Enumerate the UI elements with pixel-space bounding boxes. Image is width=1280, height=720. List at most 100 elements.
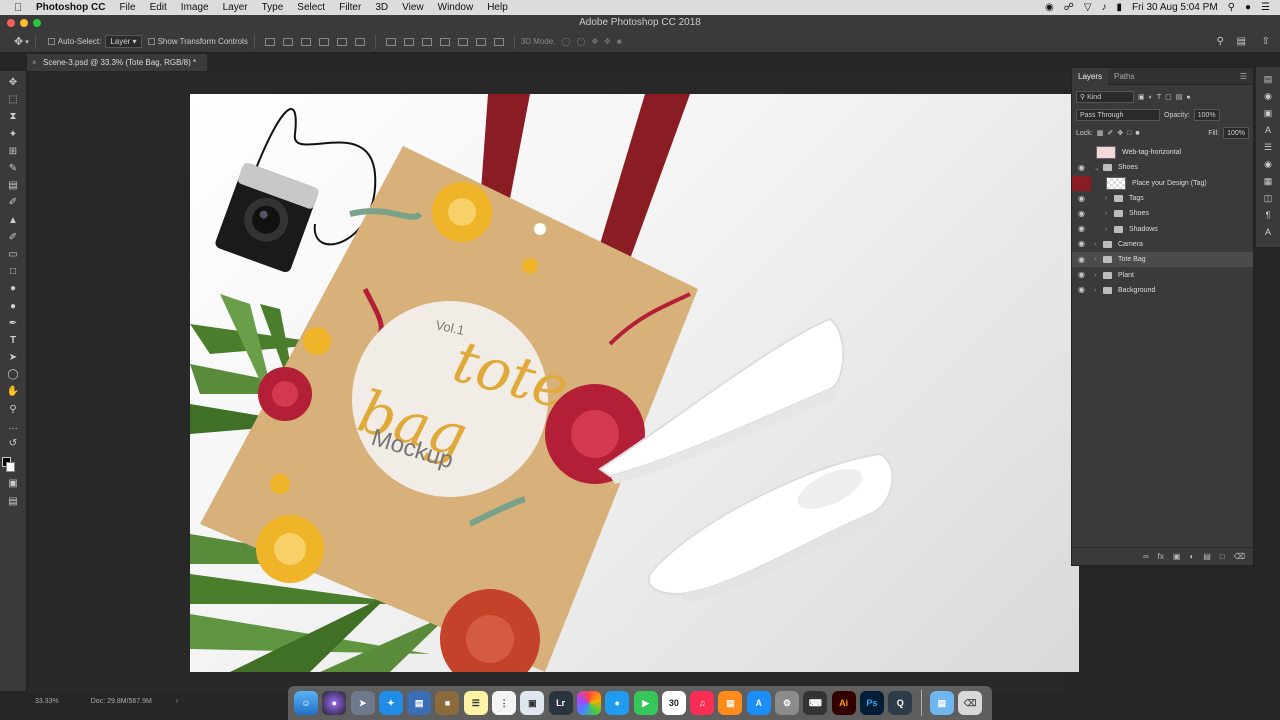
ibooks-icon[interactable]: ▤ bbox=[718, 691, 743, 715]
filter-shape-icon[interactable]: ▢ bbox=[1165, 93, 1172, 101]
eye-icon[interactable]: ◉ bbox=[1078, 163, 1087, 171]
align-top-icon[interactable] bbox=[264, 37, 275, 46]
move-tool-icon[interactable]: ✥ bbox=[14, 35, 23, 48]
menu-type[interactable]: Type bbox=[262, 2, 284, 13]
siri-icon[interactable]: ● bbox=[1245, 2, 1251, 13]
show-transform-checkbox[interactable] bbox=[147, 38, 155, 45]
lock-position-icon[interactable]: ✥ bbox=[1117, 129, 1123, 137]
illustrator-icon[interactable]: Ai bbox=[831, 691, 856, 715]
menu-select[interactable]: Select bbox=[297, 2, 325, 13]
document-canvas[interactable]: Vol.1 tote bag Mockup bbox=[190, 94, 1079, 672]
eye-icon[interactable]: ◉ bbox=[1078, 240, 1087, 248]
paragraph-icon[interactable]: ¶ bbox=[1262, 209, 1274, 221]
quick-mask-icon[interactable]: ▣ bbox=[4, 477, 22, 491]
system-preferences-icon[interactable]: ⚙ bbox=[775, 691, 800, 715]
filter-kind-dropdown[interactable]: ⚲ Kind bbox=[1076, 91, 1134, 103]
battery-icon[interactable]: ▮ bbox=[1117, 2, 1123, 13]
layer-row[interactable]: ◉ › Background bbox=[1072, 283, 1253, 298]
eraser-tool-icon[interactable]: ▭ bbox=[4, 247, 22, 261]
photo-booth-icon[interactable]: ▣ bbox=[520, 691, 545, 715]
layer-row[interactable]: Place your Design (Tag) bbox=[1072, 175, 1253, 191]
more-tools-icon[interactable]: … bbox=[4, 419, 22, 433]
zoom-tool-icon[interactable]: ⚲ bbox=[4, 402, 22, 416]
align-right-icon[interactable] bbox=[354, 37, 365, 46]
downloads-folder-icon[interactable]: ▤ bbox=[929, 691, 954, 715]
siri-app-icon[interactable]: ● bbox=[322, 691, 347, 715]
menu-filter[interactable]: Filter bbox=[339, 2, 361, 13]
opacity-input[interactable]: 100% bbox=[1193, 109, 1220, 121]
3d-slide-icon[interactable]: ✥ bbox=[604, 37, 611, 46]
blend-mode-dropdown[interactable]: Pass Through bbox=[1076, 109, 1160, 121]
trash-icon[interactable]: ⌫ bbox=[1234, 552, 1245, 561]
align-left-icon[interactable] bbox=[318, 37, 329, 46]
filter-type-icon[interactable]: T bbox=[1157, 94, 1161, 101]
paragraph-styles-icon[interactable]: ☰ bbox=[1262, 141, 1274, 153]
color-swatches[interactable] bbox=[2, 454, 22, 474]
chevron-right-icon[interactable]: › bbox=[1094, 287, 1096, 294]
menu-view[interactable]: View bbox=[402, 2, 424, 13]
fill-input[interactable]: 100% bbox=[1223, 127, 1249, 139]
dodge-tool-icon[interactable]: ● bbox=[4, 299, 22, 313]
layer-row[interactable]: ◉ › Shadows bbox=[1072, 221, 1253, 236]
clock[interactable]: Fri 30 Aug 5:04 PM bbox=[1132, 2, 1218, 13]
eye-icon[interactable]: ◉ bbox=[1078, 255, 1087, 263]
libraries-icon[interactable]: ▤ bbox=[1262, 73, 1274, 85]
contacts-icon[interactable]: ■ bbox=[435, 691, 460, 715]
quicktime-icon[interactable]: Q bbox=[888, 691, 913, 715]
messages-icon[interactable]: ● bbox=[605, 691, 630, 715]
eye-icon[interactable]: ◉ bbox=[1078, 225, 1087, 233]
app-store-icon[interactable]: A bbox=[746, 691, 771, 715]
tool-preset-chevron-icon[interactable]: ▾ bbox=[25, 38, 29, 46]
new-layer-icon[interactable]: □ bbox=[1220, 552, 1225, 561]
app-menu[interactable]: Photoshop CC bbox=[36, 2, 105, 13]
pen-tool-icon[interactable]: ✒ bbox=[4, 316, 22, 330]
layer-row[interactable]: ◉ › Plant bbox=[1072, 267, 1253, 282]
distribute-left-icon[interactable] bbox=[439, 37, 450, 46]
tab-layers[interactable]: Layers bbox=[1072, 67, 1109, 85]
reminders-icon[interactable]: ⋮ bbox=[492, 691, 517, 715]
healing-brush-tool-icon[interactable]: ▤ bbox=[4, 179, 22, 193]
chevron-right-icon[interactable]: › bbox=[1105, 210, 1107, 217]
background-color-swatch[interactable] bbox=[6, 461, 15, 472]
share-icon[interactable]: ⇧ bbox=[1262, 36, 1270, 47]
menu-layer[interactable]: Layer bbox=[223, 2, 248, 13]
calendar-icon[interactable]: 30 bbox=[661, 691, 686, 715]
eye-icon[interactable]: ◉ bbox=[1078, 194, 1087, 202]
filter-adjustment-icon[interactable]: ◐ bbox=[1149, 94, 1153, 101]
menu-3d[interactable]: 3D bbox=[375, 2, 388, 13]
swatches-icon[interactable]: ▦ bbox=[1262, 175, 1274, 187]
align-hcenter-icon[interactable] bbox=[336, 37, 347, 46]
minimize-window-button[interactable] bbox=[20, 19, 28, 27]
itunes-icon[interactable]: ♫ bbox=[690, 691, 715, 715]
history-brush-tool-icon[interactable]: ✐ bbox=[4, 230, 22, 244]
photos-icon[interactable] bbox=[576, 691, 601, 715]
align-bottom-icon[interactable] bbox=[300, 37, 311, 46]
filter-smart-icon[interactable]: ▤ bbox=[1176, 93, 1183, 101]
apple-icon[interactable]:  bbox=[14, 2, 28, 14]
chevron-right-icon[interactable]: › bbox=[1105, 195, 1107, 202]
character-icon[interactable]: A bbox=[1262, 124, 1274, 136]
safari-icon[interactable]: ✦ bbox=[378, 691, 403, 715]
chevron-down-icon[interactable]: ⌄ bbox=[1094, 164, 1100, 172]
color-icon[interactable]: ◉ bbox=[1262, 158, 1274, 170]
new-group-icon[interactable]: ▤ bbox=[1203, 552, 1211, 561]
zoom-window-button[interactable] bbox=[33, 19, 41, 27]
align-vcenter-icon[interactable] bbox=[282, 37, 293, 46]
distribute-hcenter-icon[interactable] bbox=[457, 37, 468, 46]
layer-row[interactable]: ◉ ⌄ Shoes bbox=[1072, 160, 1253, 175]
eye-icon[interactable]: ◉ bbox=[1078, 271, 1087, 279]
tab-paths[interactable]: Paths bbox=[1108, 72, 1140, 81]
spotlight-icon[interactable]: ⚲ bbox=[1228, 2, 1235, 13]
close-window-button[interactable] bbox=[7, 19, 15, 27]
search-icon[interactable]: ⚲ bbox=[1217, 36, 1224, 47]
volume-icon[interactable]: ♪ bbox=[1102, 2, 1107, 13]
distribute-top-icon[interactable] bbox=[385, 37, 396, 46]
hand-tool-icon[interactable]: ✋ bbox=[4, 385, 22, 399]
crop-tool-icon[interactable]: ⊞ bbox=[4, 144, 22, 158]
3d-scale-icon[interactable]: ■ bbox=[617, 37, 622, 46]
menu-window[interactable]: Window bbox=[438, 2, 474, 13]
3d-roll-icon[interactable]: ◯ bbox=[576, 37, 585, 46]
layer-row[interactable]: Web-tag-horizontal bbox=[1072, 145, 1253, 160]
lock-image-icon[interactable]: ✐ bbox=[1107, 129, 1113, 137]
status-menu-chevron-icon[interactable]: › bbox=[176, 698, 178, 705]
